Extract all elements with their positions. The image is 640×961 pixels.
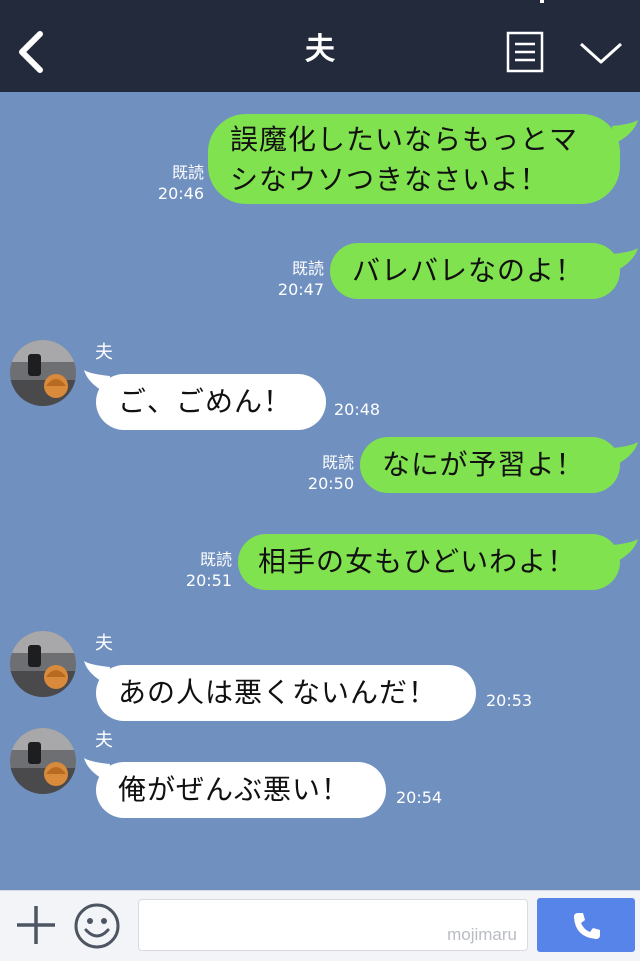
message-meta: 既読 20:47 — [268, 258, 324, 300]
message-text-line: シなウソつきなさいよ！ — [230, 163, 549, 196]
message-text-line: ご、ごめん！ — [118, 385, 293, 418]
smiley-icon[interactable] — [73, 902, 121, 950]
message-bubble[interactable]: 相手の女もひどいわよ！ — [238, 534, 620, 590]
plus-icon[interactable] — [14, 903, 58, 947]
message-bubble[interactable]: なにが予習よ！ — [360, 437, 620, 493]
message-time: 20:54 — [396, 788, 443, 807]
message-time: 20:50 — [307, 474, 354, 493]
message-list[interactable]: 誤魔化したいならもっとマ シなウソつきなさいよ！ 既読 20:46 バレバレなの… — [0, 92, 640, 890]
message-meta: 既読 20:46 — [148, 162, 204, 204]
note-menu-icon[interactable] — [505, 31, 545, 73]
sender-name: 夫 — [95, 633, 113, 654]
watermark: mojimaru — [447, 925, 517, 944]
sender-name: 夫 — [95, 342, 113, 363]
avatar-photo — [10, 631, 76, 697]
message-bubble[interactable]: 誤魔化したいならもっとマ シなウソつきなさいよ！ — [208, 114, 620, 204]
read-receipt: 既読 — [291, 259, 324, 278]
message-input[interactable]: mojimaru — [138, 899, 528, 951]
message-time: 20:46 — [157, 184, 204, 203]
message-bubble[interactable]: あの人は悪くないんだ！ — [96, 665, 476, 721]
chevron-down-icon[interactable] — [578, 38, 624, 68]
sender-name: 夫 — [95, 730, 113, 751]
message-text-line: 俺がぜんぶ悪い！ — [118, 773, 351, 806]
avatar[interactable] — [10, 631, 76, 697]
read-receipt: 既読 — [199, 550, 232, 569]
back-chevron-icon[interactable] — [14, 30, 50, 74]
message-text-line: なにが予習よ！ — [382, 448, 585, 481]
read-receipt: 既読 — [321, 453, 354, 472]
message-text-line: あの人は悪くないんだ！ — [118, 676, 438, 709]
status-bar-fragment — [540, 0, 544, 3]
message-meta: 既読 20:51 — [176, 549, 232, 591]
message-text-line: 相手の女もひどいわよ！ — [258, 545, 577, 578]
message-time: 20:51 — [185, 571, 232, 590]
avatar-photo — [10, 340, 76, 406]
message-meta: 既読 20:50 — [298, 452, 354, 494]
message-text-line: 誤魔化したいならもっとマ — [230, 123, 579, 156]
avatar[interactable] — [10, 340, 76, 406]
message-bubble[interactable]: バレバレなのよ！ — [330, 243, 620, 299]
message-text-line: バレバレなのよ！ — [352, 254, 585, 287]
avatar[interactable] — [10, 728, 76, 794]
message-composer: mojimaru — [0, 890, 640, 961]
message-bubble[interactable]: 俺がぜんぶ悪い！ — [96, 762, 386, 818]
message-time: 20:48 — [334, 400, 381, 419]
message-time: 20:53 — [486, 691, 533, 710]
read-receipt: 既読 — [171, 163, 204, 182]
message-time: 20:47 — [277, 280, 324, 299]
avatar-photo — [10, 728, 76, 794]
chat-header: 夫 — [0, 0, 640, 92]
phone-icon — [574, 913, 600, 939]
call-button[interactable] — [537, 898, 635, 952]
message-bubble[interactable]: ご、ごめん！ — [96, 374, 326, 430]
